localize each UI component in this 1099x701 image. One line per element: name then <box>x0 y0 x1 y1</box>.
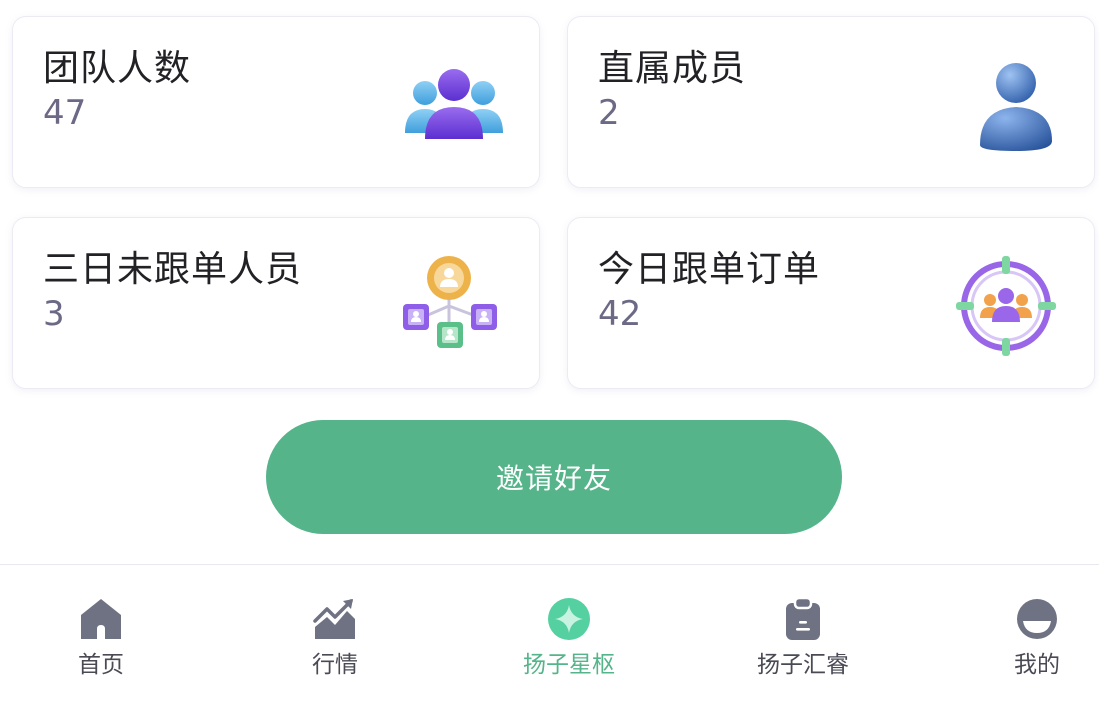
idle-members-card[interactable]: 三日未跟单人员 3 <box>12 217 540 389</box>
tab-home[interactable]: 首页 <box>41 597 161 687</box>
direct-members-card[interactable]: 直属成员 2 <box>567 16 1095 188</box>
tab-star-hub-label: 扬子星枢 <box>523 652 615 678</box>
chart-trend-icon <box>313 599 355 639</box>
team-group-icon <box>405 69 503 139</box>
home-icon <box>81 599 121 639</box>
today-orders-value: 42 <box>598 294 642 334</box>
team-count-value: 47 <box>43 93 87 133</box>
idle-members-value: 3 <box>43 294 65 334</box>
tab-market-label: 行情 <box>312 652 358 678</box>
today-orders-label: 今日跟单订单 <box>598 249 821 290</box>
direct-members-value: 2 <box>598 93 620 133</box>
invite-friends-button[interactable]: 邀请好友 <box>266 420 842 534</box>
today-orders-card[interactable]: 今日跟单订单 42 <box>567 217 1095 389</box>
idle-members-label: 三日未跟单人员 <box>43 249 303 290</box>
target-group-icon <box>956 256 1056 356</box>
tab-summary[interactable]: 扬子汇睿 <box>743 597 863 687</box>
tab-star-hub[interactable]: 扬子星枢 <box>509 597 629 687</box>
sparkle-icon <box>548 598 590 640</box>
network-people-icon <box>403 256 497 348</box>
tab-market[interactable]: 行情 <box>275 597 395 687</box>
tab-summary-label: 扬子汇睿 <box>757 652 849 678</box>
bottom-tab-bar: 首页 行情 扬子星枢 扬子汇睿 我的 <box>0 564 1099 701</box>
team-count-label: 团队人数 <box>43 48 192 89</box>
tab-mine-label: 我的 <box>1014 652 1060 678</box>
clipboard-icon <box>786 597 820 640</box>
profile-icon <box>1017 599 1057 639</box>
team-count-card[interactable]: 团队人数 47 <box>12 16 540 188</box>
direct-members-label: 直属成员 <box>598 48 747 89</box>
tab-home-label: 首页 <box>78 652 124 678</box>
member-person-icon <box>980 63 1052 151</box>
tab-mine[interactable]: 我的 <box>977 597 1097 687</box>
